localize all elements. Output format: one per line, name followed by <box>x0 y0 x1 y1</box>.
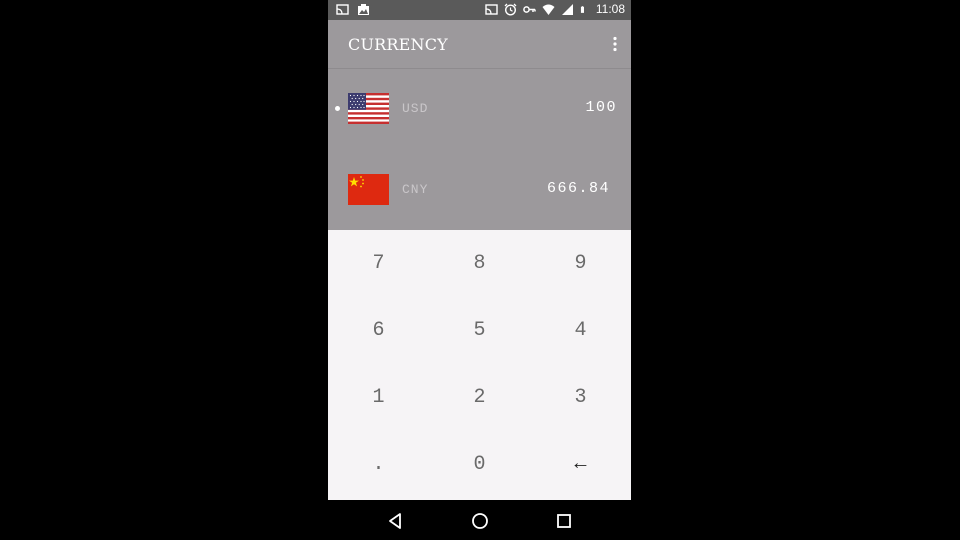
status-time: 11:08 <box>595 2 625 16</box>
currency-value: 666.84 <box>546 180 610 197</box>
currency-row-usd[interactable]: USD 100 <box>328 69 631 149</box>
key-9[interactable]: 9 <box>530 230 631 297</box>
key-6[interactable]: 6 <box>328 297 429 364</box>
currency-row-cny[interactable]: CNY 666.84 <box>328 150 631 230</box>
key-0[interactable]: 0 <box>429 431 530 498</box>
key-2[interactable]: 2 <box>429 364 530 431</box>
currency-list: USD 100 CNY 666.84 <box>328 69 631 230</box>
key-1[interactable]: 1 <box>328 364 429 431</box>
key-3[interactable]: 3 <box>530 364 631 431</box>
app-bar: CURRENCY <box>328 20 631 69</box>
key-7[interactable]: 7 <box>328 230 429 297</box>
cn-flag-icon <box>348 174 389 205</box>
key-decimal[interactable]: . <box>328 431 429 498</box>
alarm-icon <box>504 3 517 16</box>
key-5[interactable]: 5 <box>429 297 530 364</box>
us-flag-icon <box>348 93 389 124</box>
key-icon <box>523 5 536 13</box>
backspace-key[interactable]: ← <box>530 431 631 498</box>
back-icon[interactable] <box>387 512 405 530</box>
phone-screen: 11:08 CURRENCY USD 100 CNY 666.84 7 8 9 … <box>328 0 631 540</box>
key-4[interactable]: 4 <box>530 297 631 364</box>
recents-icon[interactable] <box>555 512 573 530</box>
home-icon[interactable] <box>471 512 489 530</box>
wifi-icon <box>542 4 555 15</box>
more-vert-icon[interactable] <box>611 36 619 52</box>
photo-icon <box>358 4 369 15</box>
key-8[interactable]: 8 <box>429 230 530 297</box>
nav-bar <box>328 500 631 540</box>
cast-icon <box>485 3 498 15</box>
currency-code: USD <box>402 101 429 116</box>
app-title: CURRENCY <box>348 35 448 54</box>
numeric-keypad: 7 8 9 6 5 4 1 2 3 . 0 ← <box>328 230 631 500</box>
status-bar: 11:08 <box>328 0 631 20</box>
selected-indicator <box>335 106 340 111</box>
currency-code: CNY <box>402 182 429 197</box>
cast-icon <box>336 4 349 15</box>
currency-value: 100 <box>585 99 617 116</box>
battery-icon <box>580 5 584 13</box>
signal-icon <box>561 3 573 15</box>
